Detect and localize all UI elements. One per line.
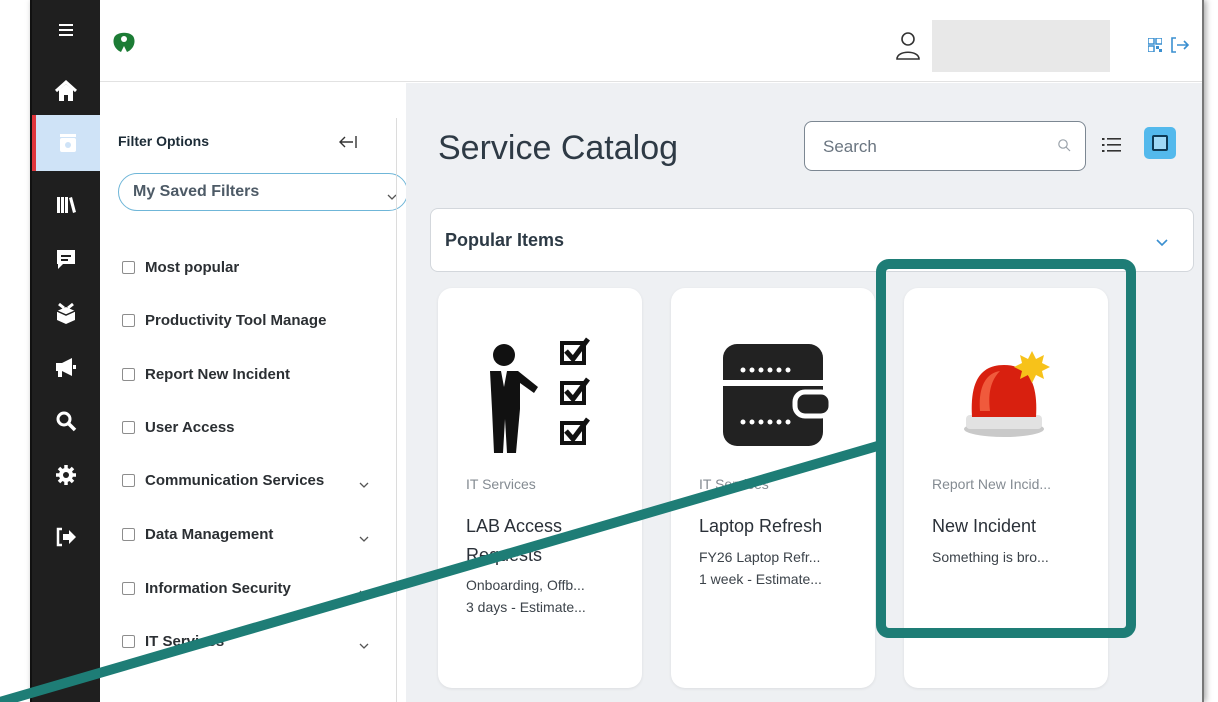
presenter-checklist-icon <box>438 330 642 460</box>
filter-checkbox[interactable] <box>122 420 135 434</box>
catalog-card-new-incident[interactable]: Report New Incid... New Incident Somethi… <box>904 288 1108 688</box>
scrollbar-thumb[interactable] <box>1203 493 1204 553</box>
filter-checkbox[interactable] <box>122 260 135 274</box>
saved-filters-label: My Saved Filters <box>133 183 260 200</box>
filter-item-report-new-incident[interactable]: Report New Incident <box>122 362 290 386</box>
filter-item-it-services[interactable]: IT Services <box>122 629 382 653</box>
grid-view-icon <box>1152 135 1168 151</box>
card-title: LAB Access Requests <box>466 516 563 565</box>
announcement-megaphone-icon[interactable] <box>32 340 100 394</box>
filter-checkbox[interactable] <box>122 634 135 648</box>
box-requests-icon[interactable] <box>32 286 100 340</box>
catalog-card-laptop-refresh[interactable]: IT Services Laptop Refresh FY26 Laptop R… <box>671 288 875 688</box>
filter-item-information-security[interactable]: Information Security <box>122 576 382 600</box>
chevron-down-icon[interactable] <box>358 530 370 542</box>
user-icon[interactable] <box>894 30 922 62</box>
settings-gear-icon[interactable] <box>32 448 100 502</box>
logout-icon[interactable] <box>1170 36 1190 54</box>
search-icon[interactable] <box>32 394 100 448</box>
filter-item-label: Most popular <box>145 258 240 276</box>
icon-rail <box>32 0 100 702</box>
filter-item-label: User Access <box>145 418 235 436</box>
alarm-siren-icon <box>904 330 1108 460</box>
card-description: Onboarding, Offb... <box>466 577 585 593</box>
hamburger-menu-icon[interactable] <box>32 4 100 56</box>
filter-checkbox[interactable] <box>122 527 135 541</box>
screenshot-frame: Filter Options My Saved Filters Most pop… <box>0 0 1218 702</box>
search-input[interactable] <box>823 136 1043 158</box>
card-description: Something is bro... <box>932 549 1049 565</box>
search-box[interactable] <box>804 121 1086 171</box>
chevron-down-icon[interactable] <box>358 637 370 649</box>
card-title: New Incident <box>932 516 1037 536</box>
chevron-down-icon[interactable] <box>358 476 370 488</box>
card-category: Report New Incid... <box>932 476 1052 492</box>
knowledge-library-icon[interactable] <box>32 178 100 232</box>
list-view-icon[interactable] <box>1102 137 1122 153</box>
app-window: Filter Options My Saved Filters Most pop… <box>30 0 1204 702</box>
filter-item-label: IT Services <box>145 632 225 650</box>
filter-checkbox[interactable] <box>122 581 135 595</box>
popular-items-panel[interactable]: Popular Items <box>430 208 1194 272</box>
filter-item-data-management[interactable]: Data Management <box>122 522 382 546</box>
filter-item-label: Communication Services <box>145 471 325 489</box>
page-title: Service Catalog <box>438 129 679 167</box>
filter-panel: Filter Options My Saved Filters Most pop… <box>100 83 408 702</box>
popular-items-title: Popular Items <box>445 230 565 250</box>
qr-code-icon[interactable] <box>1147 37 1163 53</box>
filter-checkbox[interactable] <box>122 367 135 381</box>
service-catalog-icon[interactable] <box>32 115 100 171</box>
filter-item-productivity-tool[interactable]: Productivity Tool Manage <box>122 308 326 332</box>
grid-view-button[interactable] <box>1144 127 1176 159</box>
catalog-card-lab-access[interactable]: IT Services LAB Access Requests Onboardi… <box>438 288 642 688</box>
top-bar <box>100 0 1202 82</box>
filter-item-label: Information Security <box>145 579 291 597</box>
panel-divider <box>396 118 397 702</box>
search-icon[interactable] <box>1057 138 1071 152</box>
filter-item-label: Report New Incident <box>145 365 291 383</box>
card-estimate: 3 days - Estimate... <box>466 599 586 615</box>
filter-item-label: Data Management <box>145 525 274 543</box>
chevron-down-icon[interactable] <box>1155 235 1169 247</box>
logout-icon[interactable] <box>32 510 100 564</box>
brand-logo-icon[interactable] <box>110 28 138 56</box>
wallet-laptop-icon <box>671 330 875 460</box>
filter-checkbox[interactable] <box>122 313 135 327</box>
card-estimate: 1 week - Estimate... <box>699 571 822 587</box>
filter-item-most-popular[interactable]: Most popular <box>122 255 239 279</box>
user-name-redacted <box>932 20 1110 72</box>
main-content: Service Catalog Popular Items <box>406 83 1202 702</box>
card-title: Laptop Refresh <box>699 516 823 536</box>
home-icon[interactable] <box>32 64 100 118</box>
filter-item-user-access[interactable]: User Access <box>122 415 235 439</box>
filter-item-label: Productivity Tool Manage <box>145 311 327 329</box>
card-category: IT Services <box>466 476 536 492</box>
chat-message-icon[interactable] <box>32 232 100 286</box>
card-description: FY26 Laptop Refr... <box>699 549 821 565</box>
filter-checkbox[interactable] <box>122 473 135 487</box>
filter-options-title: Filter Options <box>118 133 209 149</box>
card-category: IT Services <box>699 476 769 492</box>
saved-filters-dropdown[interactable]: My Saved Filters <box>118 173 408 211</box>
collapse-panel-icon[interactable] <box>338 134 358 150</box>
filter-item-communication-services[interactable]: Communication Services <box>122 468 382 492</box>
chevron-down-icon[interactable] <box>358 584 370 596</box>
